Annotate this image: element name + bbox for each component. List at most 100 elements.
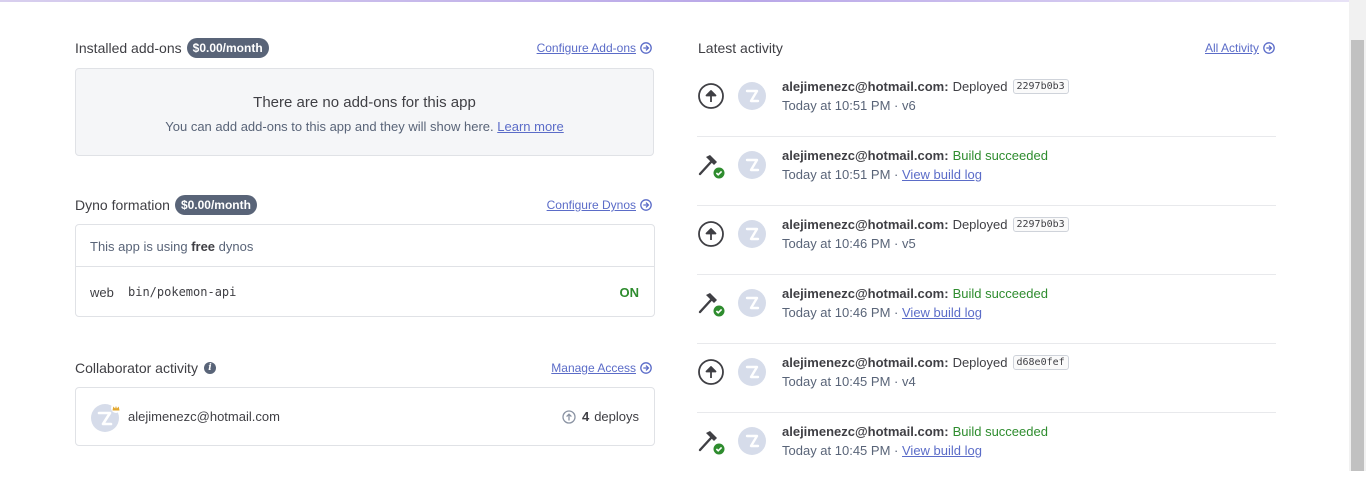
activity-summary: alejimenezc@hotmail.com: Build succeeded <box>782 148 1048 163</box>
configure-dynos-label[interactable]: Configure Dynos <box>547 198 636 212</box>
activity-summary: alejimenezc@hotmail.com: Deployed d68e0f… <box>782 355 1069 370</box>
addons-header: Installed add-ons $0.00/month <box>75 37 269 59</box>
default-avatar-icon <box>738 151 766 179</box>
arrow-circle-right-icon <box>1263 42 1275 54</box>
vertical-scrollbar[interactable] <box>1349 0 1366 471</box>
view-build-log-link[interactable]: View build log <box>902 167 982 182</box>
activity-version: v6 <box>902 98 916 113</box>
dyno-status-toggle[interactable]: ON <box>620 285 640 300</box>
activity-time: Today at 10:45 PM <box>782 443 891 458</box>
deploy-arrow-icon <box>562 409 576 424</box>
activity-item: alejimenezc@hotmail.com: Build succeeded… <box>697 274 1276 344</box>
all-activity-link[interactable]: All Activity <box>1205 41 1275 55</box>
activity-time: Today at 10:51 PM <box>782 98 891 113</box>
dynos-title: Dyno formation <box>75 197 170 213</box>
owner-avatar <box>91 403 121 432</box>
addons-empty-box: There are no add-ons for this app You ca… <box>75 68 654 156</box>
info-icon[interactable]: i <box>203 362 216 374</box>
activity-action: Deployed <box>952 355 1008 370</box>
divider <box>76 266 654 267</box>
addons-empty-text: You can add add-ons to this app and they… <box>165 119 494 134</box>
addons-empty-title: There are no add-ons for this app <box>253 94 476 111</box>
addons-empty-subtitle: You can add add-ons to this app and they… <box>76 119 653 134</box>
activity-summary: alejimenezc@hotmail.com: Deployed 2297b0… <box>782 79 1069 94</box>
collaborator-box: alejimenezc@hotmail.com 4 deploys <box>75 387 655 446</box>
activity-summary: alejimenezc@hotmail.com: Build succeeded <box>782 424 1048 439</box>
hammer-check-icon <box>698 293 725 317</box>
collaborator-deploys: 4 deploys <box>562 409 639 424</box>
default-avatar-icon <box>738 358 766 386</box>
activity-summary: alejimenezc@hotmail.com: Deployed 2297b0… <box>782 217 1069 232</box>
activity-time: Today at 10:51 PM <box>782 167 891 182</box>
collaborators-title: Collaborator activity <box>75 360 198 376</box>
collaborator-email: alejimenezc@hotmail.com <box>128 409 280 424</box>
activity-separator: · <box>894 374 899 389</box>
activity-meta: Today at 10:46 PM · v5 <box>782 236 916 251</box>
dyno-tier-prefix: This app is using <box>90 239 188 254</box>
dyno-tier-suffix: dynos <box>218 239 254 254</box>
addons-price-badge: $0.00/month <box>186 38 269 58</box>
addons-title: Installed add-ons <box>75 40 182 56</box>
configure-addons-link[interactable]: Configure Add-ons <box>537 41 652 55</box>
dyno-process-type: web <box>90 285 114 300</box>
manage-access-label[interactable]: Manage Access <box>551 361 636 375</box>
dyno-tier-name: free <box>191 239 216 254</box>
deploy-arrow-icon <box>698 83 724 109</box>
activity-item: alejimenezc@hotmail.com: Deployed d68e0f… <box>697 343 1276 413</box>
manage-access-link[interactable]: Manage Access <box>551 361 652 375</box>
dyno-tier-note: This app is using free dynos <box>90 239 253 254</box>
dynos-header: Dyno formation $0.00/month <box>75 194 257 216</box>
activity-meta: Today at 10:45 PM · v4 <box>782 374 916 389</box>
activity-user: alejimenezc@hotmail.com: <box>782 286 949 301</box>
activity-user: alejimenezc@hotmail.com: <box>782 355 949 370</box>
activity-user: alejimenezc@hotmail.com: <box>782 217 949 232</box>
default-avatar-icon <box>738 427 766 455</box>
activity-action: Build succeeded <box>952 424 1048 439</box>
activity-item: alejimenezc@hotmail.com: Deployed 2297b0… <box>697 67 1276 137</box>
view-build-log-link[interactable]: View build log <box>902 443 982 458</box>
hammer-check-icon <box>698 431 725 455</box>
activity-action: Build succeeded <box>952 286 1048 301</box>
activity-meta: Today at 10:51 PM · v6 <box>782 98 916 113</box>
deploy-arrow-icon <box>698 359 724 385</box>
scrollbar-thumb[interactable] <box>1351 40 1364 471</box>
activity-header: Latest activity <box>698 37 783 59</box>
commit-hash[interactable]: 2297b0b3 <box>1012 217 1069 232</box>
activity-separator: · <box>894 443 899 458</box>
default-avatar-icon <box>738 289 766 317</box>
activity-time: Today at 10:45 PM <box>782 374 891 389</box>
commit-hash[interactable]: 2297b0b3 <box>1012 79 1069 94</box>
activity-meta: Today at 10:51 PM · View build log <box>782 167 982 182</box>
activity-user: alejimenezc@hotmail.com: <box>782 148 949 163</box>
dynos-box: This app is using free dynos web bin/pok… <box>75 224 655 317</box>
activity-summary: alejimenezc@hotmail.com: Build succeeded <box>782 286 1048 301</box>
activity-separator: · <box>894 167 899 182</box>
arrow-circle-right-icon <box>640 199 652 211</box>
commit-hash[interactable]: d68e0fef <box>1012 355 1069 370</box>
top-accent-bar <box>0 0 1366 2</box>
configure-addons-label[interactable]: Configure Add-ons <box>537 41 636 55</box>
dyno-command: bin/pokemon-api <box>128 285 237 299</box>
activity-version: v5 <box>902 236 916 251</box>
learn-more-link[interactable]: Learn more <box>497 119 563 134</box>
hammer-check-icon <box>698 155 725 179</box>
activity-action: Build succeeded <box>952 148 1048 163</box>
deploy-label: deploys <box>594 409 639 424</box>
activity-item: alejimenezc@hotmail.com: Deployed 2297b0… <box>697 205 1276 275</box>
collaborators-header: Collaborator activity i <box>75 357 216 379</box>
view-build-log-link[interactable]: View build log <box>902 305 982 320</box>
activity-user: alejimenezc@hotmail.com: <box>782 79 949 94</box>
activity-action: Deployed <box>952 79 1008 94</box>
configure-dynos-link[interactable]: Configure Dynos <box>547 198 652 212</box>
activity-separator: · <box>894 236 899 251</box>
dynos-price-badge: $0.00/month <box>174 195 257 215</box>
deploy-count: 4 <box>581 409 590 424</box>
arrow-circle-right-icon <box>640 42 652 54</box>
default-avatar-icon <box>738 82 766 110</box>
activity-separator: · <box>894 305 899 320</box>
all-activity-label[interactable]: All Activity <box>1205 41 1259 55</box>
deploy-arrow-icon <box>698 221 724 247</box>
arrow-circle-right-icon <box>640 362 652 374</box>
activity-meta: Today at 10:45 PM · View build log <box>782 443 982 458</box>
activity-item: alejimenezc@hotmail.com: Build succeeded… <box>697 136 1276 206</box>
